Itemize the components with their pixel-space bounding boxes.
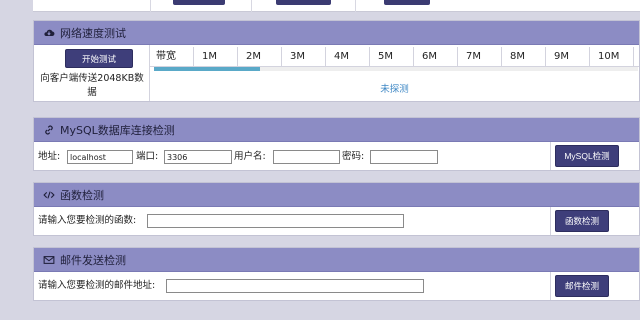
scale-tick: 带宽 — [150, 47, 194, 67]
speed-test-body: 开始测试 向客户端传送2048KB数据 带宽 1M 2M 3M 4M 5M 6M 7M 8M 9M… — [34, 45, 639, 101]
code-icon — [42, 188, 56, 202]
remnant-button — [276, 0, 331, 5]
mail-check-title: 邮件发送检测 — [60, 253, 126, 267]
username-input[interactable] — [273, 150, 340, 164]
speed-test-header: 网络速度测试 — [34, 21, 639, 45]
scale-tick: 9M — [546, 47, 590, 67]
mysql-title: MySQL数据库连接检测 — [60, 123, 175, 137]
remnant-divider — [251, 0, 252, 12]
function-check-title: 函数检测 — [60, 188, 104, 202]
username-label: 用户名: — [234, 151, 266, 162]
mysql-check-button[interactable]: MySQL检测 — [555, 145, 619, 167]
scale-tick: 5M — [370, 47, 414, 67]
cloud-download-icon — [42, 26, 56, 40]
function-label: 请输入您要检测的函数: — [38, 215, 137, 226]
scale-tick: 7M — [458, 47, 502, 67]
mail-input[interactable] — [166, 279, 424, 293]
scale-tick: 4M — [326, 47, 370, 67]
start-test-button[interactable]: 开始测试 — [65, 49, 133, 68]
mail-label: 请输入您要检测的邮件地址: — [38, 280, 156, 291]
mysql-body: 地址: 端口: 用户名: 密码: MySQL检测 — [34, 142, 639, 170]
mail-check-button[interactable]: 邮件检测 — [555, 275, 609, 297]
scale-tick: 1M — [194, 47, 238, 67]
address-label: 地址: — [38, 151, 61, 162]
speed-progress-fill — [154, 67, 261, 71]
mysql-divider — [550, 142, 551, 170]
speed-test-status: 未探测 — [380, 84, 409, 95]
scale-tick: 3M — [282, 47, 326, 67]
previous-panel-remnant — [33, 0, 640, 12]
function-input[interactable] — [147, 214, 404, 228]
port-input[interactable] — [164, 150, 232, 164]
remnant-button — [384, 0, 430, 5]
function-check-panel: 函数检测 请输入您要检测的函数: 函数检测 — [33, 182, 640, 236]
scale-tick: 8M — [502, 47, 546, 67]
remnant-button — [173, 0, 225, 5]
password-label: 密码: — [342, 151, 365, 162]
mail-check-body: 请输入您要检测的邮件地址: 邮件检测 — [34, 272, 639, 300]
mysql-panel: MySQL数据库连接检测 地址: 端口: 用户名: 密码: MySQL检测 — [33, 117, 640, 171]
mail-check-panel: 邮件发送检测 请输入您要检测的邮件地址: 邮件检测 — [33, 247, 640, 301]
address-input[interactable] — [67, 150, 133, 164]
function-check-body: 请输入您要检测的函数: 函数检测 — [34, 207, 639, 235]
speed-test-panel: 网络速度测试 开始测试 向客户端传送2048KB数据 带宽 1M 2M 3M 4M 5M 6… — [33, 20, 640, 102]
remnant-divider — [355, 0, 356, 12]
scale-tick: 6M — [414, 47, 458, 67]
function-divider — [550, 207, 551, 235]
speed-test-title: 网络速度测试 — [60, 26, 126, 40]
mysql-header: MySQL数据库连接检测 — [34, 118, 639, 142]
scale-tick: 10M — [590, 47, 634, 67]
speed-progress-bar — [154, 67, 638, 71]
remnant-divider — [150, 0, 151, 12]
envelope-icon — [42, 253, 56, 267]
mail-check-header: 邮件发送检测 — [34, 248, 639, 272]
password-input[interactable] — [370, 150, 438, 164]
mail-divider — [550, 272, 551, 300]
speed-test-controls: 开始测试 向客户端传送2048KB数据 — [34, 45, 150, 101]
link-icon — [42, 123, 56, 137]
speed-test-description: 向客户端传送2048KB数据 — [40, 73, 144, 98]
function-check-header: 函数检测 — [34, 183, 639, 207]
scale-tick: 2M — [238, 47, 282, 67]
bandwidth-scale: 带宽 1M 2M 3M 4M 5M 6M 7M 8M 9M 10M — [150, 47, 639, 67]
function-check-button[interactable]: 函数检测 — [555, 210, 609, 232]
port-label: 端口: — [136, 151, 159, 162]
